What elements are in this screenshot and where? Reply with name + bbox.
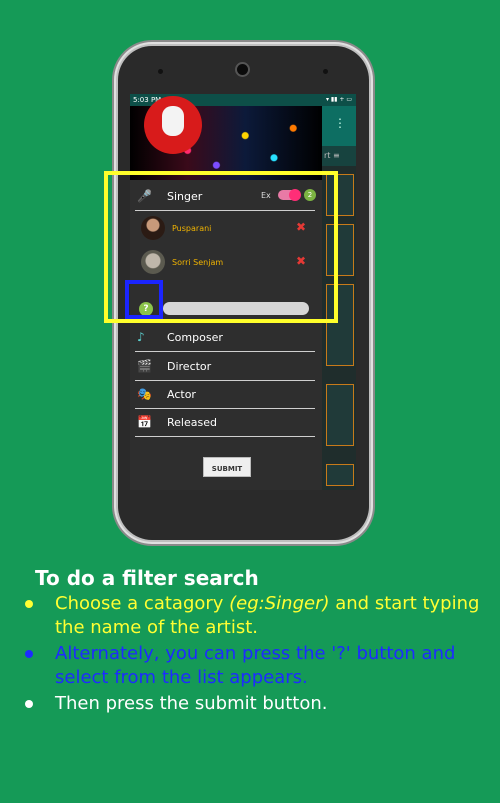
bullet-dot [25, 650, 33, 658]
bullet-dot [25, 700, 33, 708]
category-director[interactable]: 🎬 Director [135, 354, 315, 381]
category-label: Composer [167, 331, 223, 344]
category-composer[interactable]: ♪ Composer [135, 325, 315, 352]
instruction-example: (eg:Singer) [229, 593, 330, 614]
list-item[interactable] [326, 384, 354, 446]
bullet-dot [25, 600, 33, 608]
category-actor[interactable]: 🎭 Actor [135, 382, 315, 409]
app-logo [144, 96, 202, 154]
sensor-dot [323, 69, 328, 74]
instruction-text: Alternately, you can press the '?' butto… [55, 643, 456, 688]
highlight-help-button [125, 280, 163, 319]
music-note-icon: ♪ [137, 330, 145, 344]
category-label: Actor [167, 388, 196, 401]
category-label: Released [167, 416, 217, 429]
instruction-item: Then press the submit button. [25, 692, 485, 716]
instruction-text: Then press the submit button. [55, 693, 328, 714]
clapperboard-icon: 🎬 [137, 359, 152, 373]
overflow-menu-icon[interactable]: ⋮ [334, 116, 346, 130]
instruction-text: Choose a catagory [55, 593, 230, 614]
instruction-item: Alternately, you can press the '?' butto… [25, 642, 485, 690]
submit-button[interactable]: SUBMIT [203, 457, 251, 477]
instructions-list: Choose a catagory (eg:Singer) and start … [25, 592, 485, 718]
front-camera [237, 64, 248, 75]
sort-label: rt ≡ [324, 151, 340, 160]
status-icons: ▾ ▮▮ + ▭ [325, 96, 352, 103]
category-released[interactable]: 📅 Released [135, 410, 315, 437]
app-bar: ⋮ [322, 106, 356, 146]
sensor-dot [158, 69, 163, 74]
instructions-title: To do a filter search [35, 566, 259, 590]
list-item[interactable] [326, 464, 354, 486]
instruction-item: Choose a catagory (eg:Singer) and start … [25, 592, 485, 640]
drawer-header-banner [130, 96, 322, 180]
category-label: Director [167, 360, 212, 373]
sort-bar[interactable]: rt ≡ [322, 146, 356, 166]
theater-masks-icon: 🎭 [137, 387, 152, 401]
calendar-icon: 📅 [137, 415, 152, 429]
